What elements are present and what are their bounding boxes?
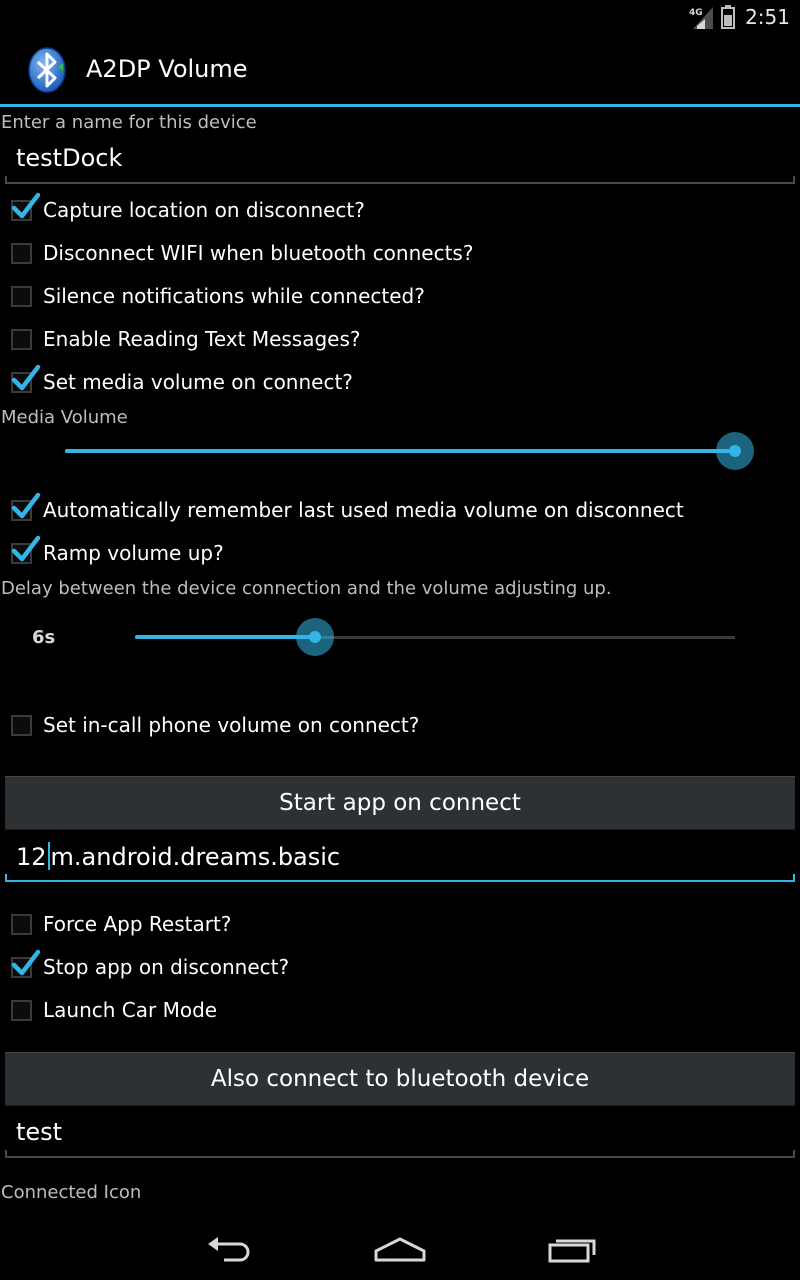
checkmark-icon	[11, 535, 41, 562]
bluetooth-icon[interactable]	[27, 47, 67, 93]
checkbox-label: Set media volume on connect?	[43, 370, 353, 394]
app-title: A2DP Volume	[86, 55, 248, 83]
back-icon[interactable]	[200, 1232, 260, 1266]
text-cursor	[47, 842, 50, 870]
checkbox-label: Enable Reading Text Messages?	[43, 327, 361, 351]
slider-fill	[135, 635, 315, 639]
field-underline	[5, 182, 795, 184]
field-corner-left	[5, 874, 7, 882]
device-name-value: testDock	[16, 144, 123, 172]
reading-text-checkbox[interactable]: Enable Reading Text Messages?	[0, 320, 800, 360]
ramp-delay-slider[interactable]	[135, 617, 735, 657]
network-type-label: 4G	[689, 8, 703, 18]
checkmark-icon	[11, 492, 41, 519]
checkbox-box	[11, 715, 32, 736]
field-corner-right	[793, 176, 795, 184]
stop-app-checkbox[interactable]: Stop app on disconnect?	[0, 948, 800, 988]
ramp-volume-checkbox[interactable]: Ramp volume up?	[0, 534, 800, 574]
checkbox-label: Ramp volume up?	[43, 541, 224, 565]
checkmark-icon	[11, 949, 41, 976]
checkbox-box	[11, 329, 32, 350]
start-app-value-after: m.android.dreams.basic	[50, 843, 341, 871]
car-mode-checkbox[interactable]: Launch Car Mode	[0, 991, 800, 1031]
device-name-field[interactable]: testDock	[5, 136, 795, 184]
field-underline	[5, 880, 795, 882]
ramp-delay-label: Delay between the device connection and …	[1, 578, 612, 599]
field-corner-right	[793, 874, 795, 882]
connect-bluetooth-button[interactable]: Also connect to bluetooth device	[5, 1052, 795, 1106]
status-icons: 4G 2:51	[689, 4, 790, 30]
checkbox-label: Stop app on disconnect?	[43, 955, 290, 979]
checkbox-label: Set in-call phone volume on connect?	[43, 713, 420, 737]
checkbox-label: Launch Car Mode	[43, 998, 218, 1022]
field-corner-left	[5, 176, 7, 184]
bluetooth-device-field[interactable]: test	[5, 1110, 795, 1158]
start-app-value-before: 12	[16, 843, 47, 871]
battery-icon	[721, 5, 736, 29]
incall-volume-checkbox[interactable]: Set in-call phone volume on connect?	[0, 706, 800, 746]
checkbox-label: Automatically remember last used media v…	[43, 498, 684, 522]
action-bar: A2DP Volume	[0, 33, 800, 105]
checkbox-label: Silence notifications while connected?	[43, 284, 425, 308]
media-volume-slider[interactable]	[65, 431, 754, 471]
signal-icon: 4G	[689, 7, 714, 29]
set-media-volume-checkbox[interactable]: Set media volume on connect?	[0, 363, 800, 403]
checkmark-icon	[11, 364, 41, 391]
capture-location-checkbox[interactable]: Capture location on disconnect?	[0, 191, 800, 231]
recents-icon[interactable]	[542, 1232, 602, 1266]
checkbox-box	[11, 286, 32, 307]
checkbox-box	[11, 1000, 32, 1021]
checkbox-box	[11, 243, 32, 264]
silence-notifications-checkbox[interactable]: Silence notifications while connected?	[0, 277, 800, 317]
slider-thumb[interactable]	[296, 618, 334, 656]
status-time: 2:51	[745, 5, 790, 29]
field-corner-left	[5, 1150, 7, 1158]
ramp-delay-value: 6s	[32, 627, 56, 648]
remember-volume-checkbox[interactable]: Automatically remember last used media v…	[0, 491, 800, 531]
connected-icon-label: Connected Icon	[1, 1182, 142, 1203]
start-app-value: 12 m.android.dreams.basic	[16, 842, 340, 871]
checkbox-box	[11, 914, 32, 935]
navigation-bar	[0, 1216, 800, 1280]
device-name-label: Enter a name for this device	[1, 112, 257, 133]
checkmark-icon	[11, 192, 41, 219]
checkbox-label: Force App Restart?	[43, 912, 232, 936]
checkbox-label: Disconnect WIFI when bluetooth connects?	[43, 241, 474, 265]
force-restart-checkbox[interactable]: Force App Restart?	[0, 905, 800, 945]
field-underline	[5, 1156, 795, 1158]
action-bar-divider	[0, 104, 800, 107]
home-icon[interactable]	[370, 1232, 430, 1266]
start-app-field[interactable]: 12 m.android.dreams.basic	[5, 834, 795, 882]
status-bar: 4G 2:51	[0, 0, 800, 33]
disconnect-wifi-checkbox[interactable]: Disconnect WIFI when bluetooth connects?	[0, 234, 800, 274]
start-app-button[interactable]: Start app on connect	[5, 776, 795, 830]
bluetooth-device-value: test	[16, 1118, 63, 1146]
slider-fill	[65, 449, 735, 453]
media-volume-label: Media Volume	[1, 407, 128, 428]
field-corner-right	[793, 1150, 795, 1158]
slider-thumb[interactable]	[716, 432, 754, 470]
checkbox-label: Capture location on disconnect?	[43, 198, 365, 222]
